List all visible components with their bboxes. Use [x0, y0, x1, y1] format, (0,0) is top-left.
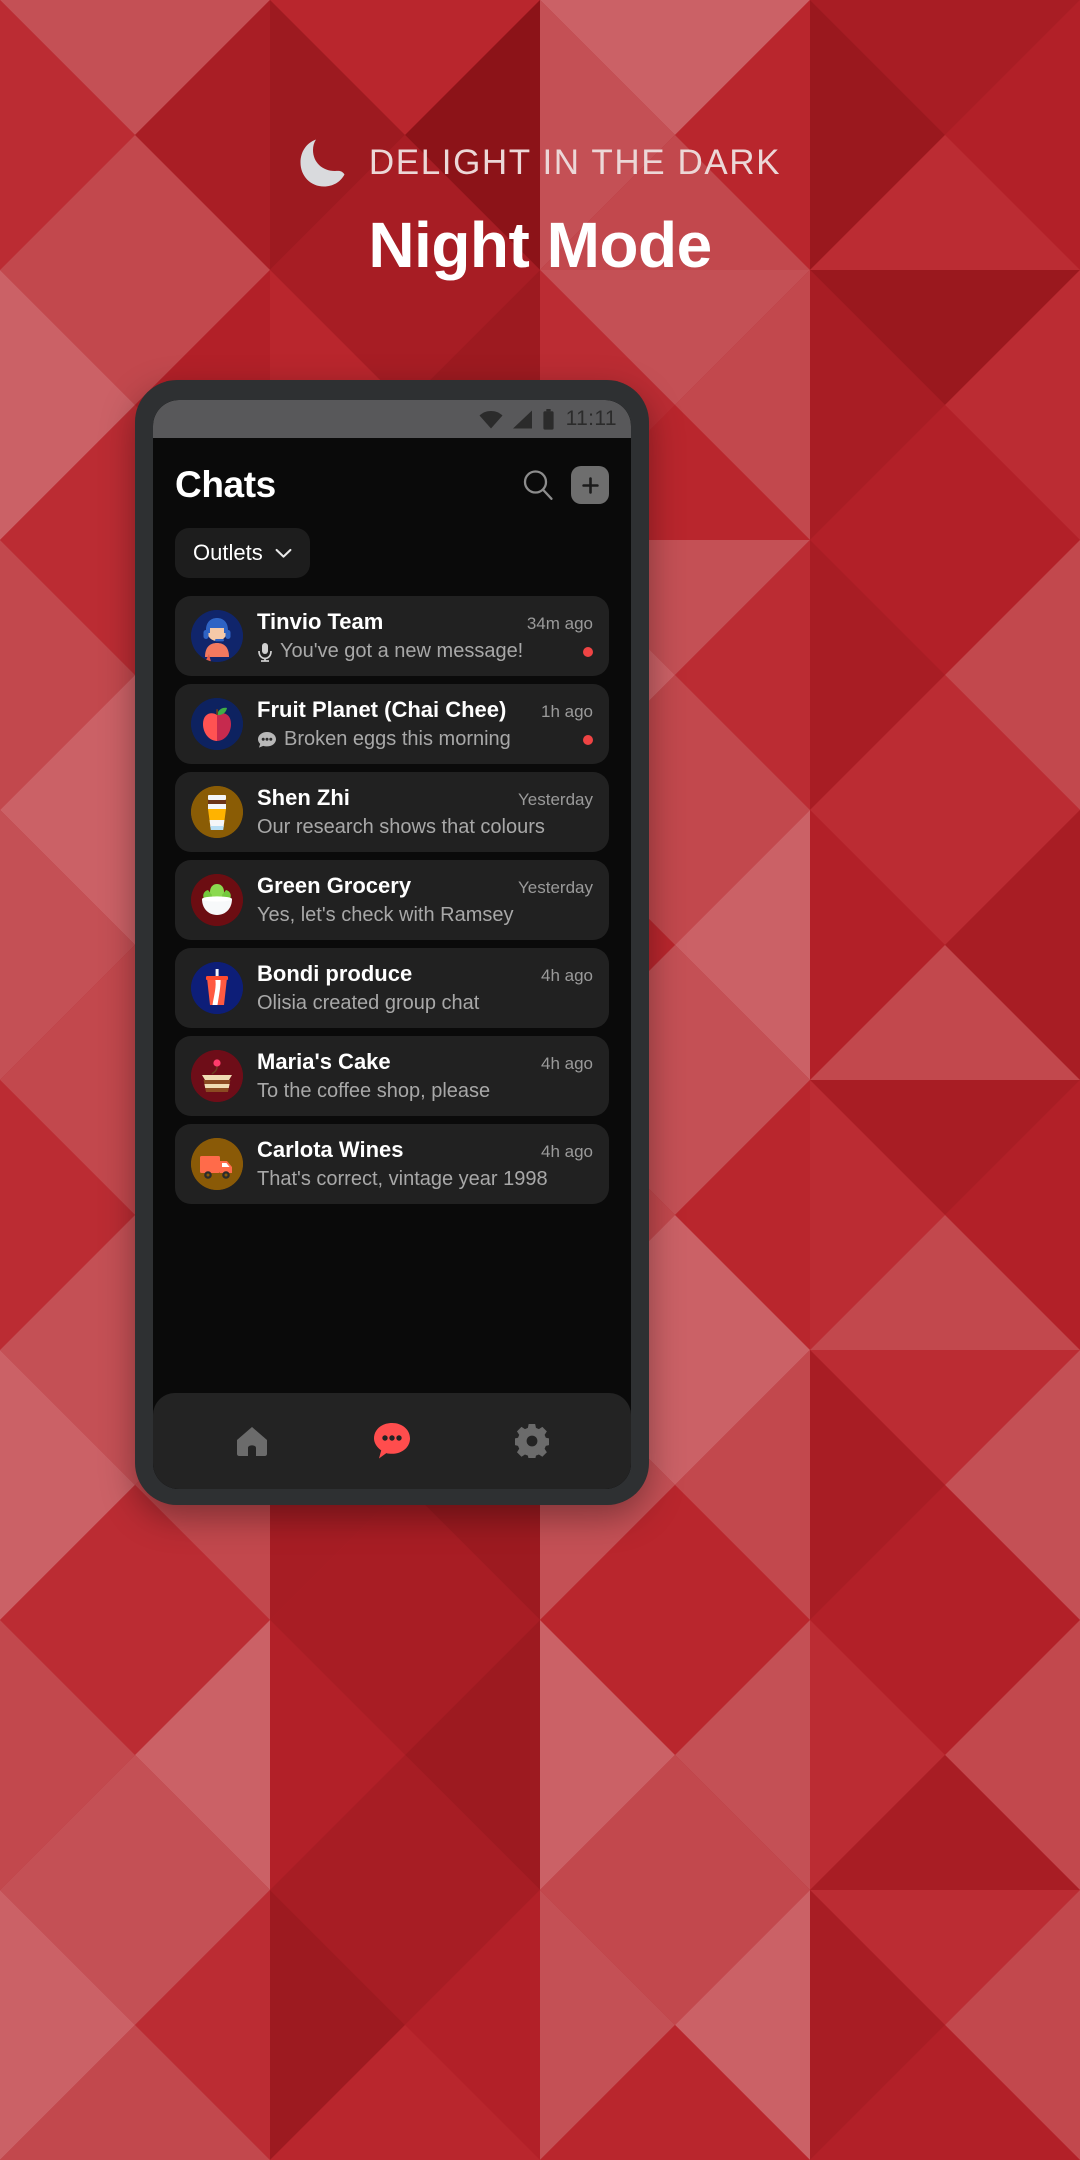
outlets-filter-label: Outlets: [193, 540, 263, 565]
table-row[interactable]: Shen Zhi Yesterday Our research shows th…: [175, 772, 609, 852]
avatar: [191, 962, 243, 1014]
chat-name: Maria's Cake: [257, 1049, 391, 1074]
avatar: [191, 874, 243, 926]
coffee-cup-avatar: [191, 786, 243, 838]
delivery-truck-avatar: [191, 1138, 243, 1190]
chat-content: Shen Zhi Yesterday Our research shows th…: [257, 785, 593, 839]
status-bar: 11:11: [153, 400, 631, 438]
chat-name: Green Grocery: [257, 873, 412, 898]
nav-chats[interactable]: [372, 1422, 412, 1460]
soda-cup-avatar: [191, 962, 243, 1014]
bottom-navigation: [153, 1393, 631, 1489]
status-bar-time: 11:11: [565, 407, 617, 430]
chat-timestamp: Yesterday: [518, 878, 593, 897]
avatar: [191, 610, 243, 662]
chat-preview: Broken eggs this morning: [284, 728, 511, 750]
outlets-filter-dropdown[interactable]: Outlets: [175, 528, 310, 578]
chat-content: Bondi produce 4h ago Olisia created grou…: [257, 961, 593, 1015]
chat-bottom-line: Broken eggs this morning: [257, 728, 593, 751]
chat-top-line: Tinvio Team 34m ago: [257, 609, 593, 635]
chat-list: Tinvio Team 34m ago You've got a new mes…: [153, 596, 631, 1204]
battery-icon: [542, 408, 554, 430]
home-icon: [236, 1427, 267, 1456]
nav-settings[interactable]: [515, 1424, 550, 1458]
page-title: Chats: [175, 464, 276, 505]
phone-mockup: 11:11 Chats Outlets Tinvio Team 34m ago …: [135, 380, 649, 1505]
chat-top-line: Fruit Planet (Chai Chee) 1h ago: [257, 697, 593, 723]
chat-bottom-line: To the coffee shop, please: [257, 1080, 593, 1103]
filter-row: Outlets: [153, 506, 631, 578]
nav-home[interactable]: [235, 1425, 269, 1457]
chat-bottom-line: You've got a new message!: [257, 640, 593, 663]
app-header: Chats: [153, 438, 631, 506]
avatar: [191, 698, 243, 750]
table-row[interactable]: Carlota Wines 4h ago That's correct, vin…: [175, 1124, 609, 1204]
list-empty-space: [153, 1204, 631, 1393]
chat-name: Carlota Wines: [257, 1137, 404, 1162]
avatar: [191, 1138, 243, 1190]
status-badge: [583, 734, 593, 745]
chat-content: Fruit Planet (Chai Chee) 1h ago Broken e…: [257, 697, 593, 751]
table-row[interactable]: Green Grocery Yesterday Yes, let's check…: [175, 860, 609, 940]
avatar: [191, 1050, 243, 1102]
poster-headline: Night Mode: [368, 209, 712, 281]
chat-timestamp: Yesterday: [518, 790, 593, 809]
wifi-icon: [479, 410, 503, 428]
poster-canvas: DELIGHT IN THE DARK Night Mode 11:11 Cha…: [0, 0, 1080, 2160]
chat-preview: You've got a new message!: [280, 640, 524, 662]
chat-timestamp: 4h ago: [541, 966, 593, 985]
chat-content: Green Grocery Yesterday Yes, let's check…: [257, 873, 593, 927]
cake-slice-avatar: [191, 1050, 243, 1102]
chat-content: Tinvio Team 34m ago You've got a new mes…: [257, 609, 593, 663]
table-row[interactable]: Tinvio Team 34m ago You've got a new mes…: [175, 596, 609, 676]
chat-content: Carlota Wines 4h ago That's correct, vin…: [257, 1137, 593, 1191]
moon-icon: [300, 139, 345, 187]
chat-bubble-icon: [373, 1423, 410, 1459]
search-icon[interactable]: [521, 468, 555, 502]
chat-top-line: Carlota Wines 4h ago: [257, 1137, 593, 1163]
poster-eyebrow: DELIGHT IN THE DARK: [0, 138, 1080, 188]
chat-name: Tinvio Team: [257, 609, 384, 634]
chevron-down-icon: [275, 548, 292, 558]
status-badge: [583, 646, 593, 657]
header-actions: [521, 466, 609, 504]
support-agent-avatar: [191, 610, 243, 662]
plus-icon: [581, 476, 599, 494]
avatar: [191, 786, 243, 838]
chat-bottom-line: Olisia created group chat: [257, 992, 593, 1015]
chat-name: Bondi produce: [257, 961, 413, 986]
chat-bottom-line: Yes, let's check with Ramsey: [257, 904, 593, 927]
chat-timestamp: 1h ago: [541, 702, 593, 721]
chat-preview: Olisia created group chat: [257, 992, 480, 1014]
chat-top-line: Green Grocery Yesterday: [257, 873, 593, 899]
cellular-signal-icon: [512, 410, 532, 428]
poster-eyebrow-text: DELIGHT IN THE DARK: [368, 143, 782, 182]
table-row[interactable]: Bondi produce 4h ago Olisia created grou…: [175, 948, 609, 1028]
phone-screen: 11:11 Chats Outlets Tinvio Team 34m ago …: [153, 400, 631, 1489]
table-row[interactable]: Fruit Planet (Chai Chee) 1h ago Broken e…: [175, 684, 609, 764]
chat-preview: Yes, let's check with Ramsey: [257, 904, 514, 926]
chat-name: Fruit Planet (Chai Chee): [257, 697, 507, 722]
gear-icon: [515, 1424, 550, 1458]
chat-preview: Our research shows that colours: [257, 816, 545, 838]
chat-preview: That's correct, vintage year 1998: [257, 1168, 548, 1190]
salad-bowl-avatar: [191, 874, 243, 926]
chat-timestamp: 4h ago: [541, 1054, 593, 1073]
chat-preview: To the coffee shop, please: [257, 1080, 491, 1102]
app-body: Chats Outlets Tinvio Team 34m ago You've…: [153, 438, 631, 1489]
chat-top-line: Maria's Cake 4h ago: [257, 1049, 593, 1075]
chat-timestamp: 4h ago: [541, 1142, 593, 1161]
chat-top-line: Bondi produce 4h ago: [257, 961, 593, 987]
apple-avatar: [191, 698, 243, 750]
chat-content: Maria's Cake 4h ago To the coffee shop, …: [257, 1049, 593, 1103]
chat-bottom-line: That's correct, vintage year 1998: [257, 1168, 593, 1191]
microphone-icon: [258, 642, 272, 662]
table-row[interactable]: Maria's Cake 4h ago To the coffee shop, …: [175, 1036, 609, 1116]
chat-bottom-line: Our research shows that colours: [257, 816, 593, 839]
speech-bubble-icon: [258, 732, 276, 748]
chat-timestamp: 34m ago: [526, 614, 593, 633]
new-chat-button[interactable]: [571, 466, 609, 504]
chat-name: Shen Zhi: [257, 785, 350, 810]
chat-top-line: Shen Zhi Yesterday: [257, 785, 593, 811]
